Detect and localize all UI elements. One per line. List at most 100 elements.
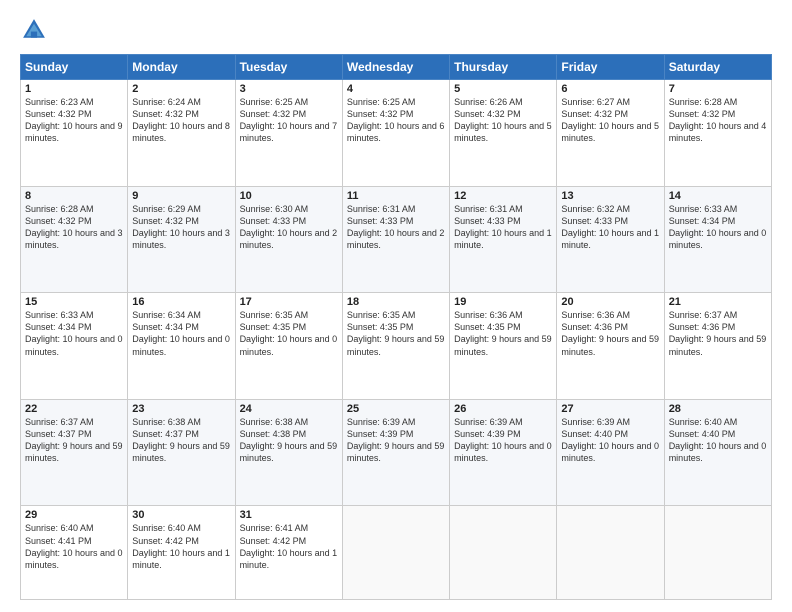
cell-details: Sunrise: 6:39 AM Sunset: 4:40 PM Dayligh… [561,416,659,465]
calendar-cell: 30Sunrise: 6:40 AM Sunset: 4:42 PM Dayli… [128,506,235,600]
cell-details: Sunrise: 6:31 AM Sunset: 4:33 PM Dayligh… [347,203,445,252]
calendar-week-row: 29Sunrise: 6:40 AM Sunset: 4:41 PM Dayli… [21,506,772,600]
cell-details: Sunrise: 6:37 AM Sunset: 4:36 PM Dayligh… [669,309,767,358]
calendar-cell [342,506,449,600]
day-of-week-header: Saturday [664,55,771,80]
cell-details: Sunrise: 6:41 AM Sunset: 4:42 PM Dayligh… [240,522,338,571]
calendar-cell: 13Sunrise: 6:32 AM Sunset: 4:33 PM Dayli… [557,186,664,293]
calendar-week-row: 1Sunrise: 6:23 AM Sunset: 4:32 PM Daylig… [21,80,772,187]
day-number: 16 [132,296,230,308]
calendar-cell: 8Sunrise: 6:28 AM Sunset: 4:32 PM Daylig… [21,186,128,293]
cell-details: Sunrise: 6:40 AM Sunset: 4:42 PM Dayligh… [132,522,230,571]
cell-details: Sunrise: 6:38 AM Sunset: 4:37 PM Dayligh… [132,416,230,465]
cell-details: Sunrise: 6:33 AM Sunset: 4:34 PM Dayligh… [669,203,767,252]
day-of-week-header: Thursday [450,55,557,80]
calendar-cell [450,506,557,600]
calendar-cell: 5Sunrise: 6:26 AM Sunset: 4:32 PM Daylig… [450,80,557,187]
day-number: 6 [561,83,659,95]
day-of-week-header: Tuesday [235,55,342,80]
calendar-cell: 3Sunrise: 6:25 AM Sunset: 4:32 PM Daylig… [235,80,342,187]
cell-details: Sunrise: 6:25 AM Sunset: 4:32 PM Dayligh… [347,96,445,145]
day-of-week-header: Wednesday [342,55,449,80]
calendar-cell: 9Sunrise: 6:29 AM Sunset: 4:32 PM Daylig… [128,186,235,293]
cell-details: Sunrise: 6:37 AM Sunset: 4:37 PM Dayligh… [25,416,123,465]
logo-icon [20,16,48,44]
cell-details: Sunrise: 6:39 AM Sunset: 4:39 PM Dayligh… [347,416,445,465]
cell-details: Sunrise: 6:25 AM Sunset: 4:32 PM Dayligh… [240,96,338,145]
calendar-cell: 6Sunrise: 6:27 AM Sunset: 4:32 PM Daylig… [557,80,664,187]
day-number: 29 [25,509,123,521]
day-number: 4 [347,83,445,95]
cell-details: Sunrise: 6:36 AM Sunset: 4:35 PM Dayligh… [454,309,552,358]
day-number: 22 [25,403,123,415]
cell-details: Sunrise: 6:40 AM Sunset: 4:40 PM Dayligh… [669,416,767,465]
calendar-cell: 17Sunrise: 6:35 AM Sunset: 4:35 PM Dayli… [235,293,342,400]
day-of-week-header: Monday [128,55,235,80]
calendar-cell: 21Sunrise: 6:37 AM Sunset: 4:36 PM Dayli… [664,293,771,400]
calendar-cell [664,506,771,600]
day-number: 7 [669,83,767,95]
calendar-week-row: 8Sunrise: 6:28 AM Sunset: 4:32 PM Daylig… [21,186,772,293]
calendar-cell: 18Sunrise: 6:35 AM Sunset: 4:35 PM Dayli… [342,293,449,400]
calendar-cell: 11Sunrise: 6:31 AM Sunset: 4:33 PM Dayli… [342,186,449,293]
cell-details: Sunrise: 6:26 AM Sunset: 4:32 PM Dayligh… [454,96,552,145]
cell-details: Sunrise: 6:28 AM Sunset: 4:32 PM Dayligh… [669,96,767,145]
cell-details: Sunrise: 6:36 AM Sunset: 4:36 PM Dayligh… [561,309,659,358]
calendar-cell: 12Sunrise: 6:31 AM Sunset: 4:33 PM Dayli… [450,186,557,293]
calendar-cell: 19Sunrise: 6:36 AM Sunset: 4:35 PM Dayli… [450,293,557,400]
day-of-week-header: Sunday [21,55,128,80]
calendar-cell: 20Sunrise: 6:36 AM Sunset: 4:36 PM Dayli… [557,293,664,400]
day-number: 13 [561,190,659,202]
cell-details: Sunrise: 6:24 AM Sunset: 4:32 PM Dayligh… [132,96,230,145]
cell-details: Sunrise: 6:38 AM Sunset: 4:38 PM Dayligh… [240,416,338,465]
day-of-week-header: Friday [557,55,664,80]
day-number: 25 [347,403,445,415]
day-number: 3 [240,83,338,95]
cell-details: Sunrise: 6:34 AM Sunset: 4:34 PM Dayligh… [132,309,230,358]
header [20,16,772,44]
day-number: 30 [132,509,230,521]
day-number: 8 [25,190,123,202]
calendar-cell: 7Sunrise: 6:28 AM Sunset: 4:32 PM Daylig… [664,80,771,187]
calendar-week-row: 15Sunrise: 6:33 AM Sunset: 4:34 PM Dayli… [21,293,772,400]
cell-details: Sunrise: 6:33 AM Sunset: 4:34 PM Dayligh… [25,309,123,358]
calendar-cell: 22Sunrise: 6:37 AM Sunset: 4:37 PM Dayli… [21,399,128,506]
day-number: 14 [669,190,767,202]
logo [20,16,52,44]
calendar-cell: 1Sunrise: 6:23 AM Sunset: 4:32 PM Daylig… [21,80,128,187]
day-number: 18 [347,296,445,308]
day-number: 27 [561,403,659,415]
day-number: 9 [132,190,230,202]
cell-details: Sunrise: 6:39 AM Sunset: 4:39 PM Dayligh… [454,416,552,465]
calendar-cell: 10Sunrise: 6:30 AM Sunset: 4:33 PM Dayli… [235,186,342,293]
calendar-cell: 26Sunrise: 6:39 AM Sunset: 4:39 PM Dayli… [450,399,557,506]
cell-details: Sunrise: 6:27 AM Sunset: 4:32 PM Dayligh… [561,96,659,145]
cell-details: Sunrise: 6:28 AM Sunset: 4:32 PM Dayligh… [25,203,123,252]
day-number: 17 [240,296,338,308]
calendar-header-row: SundayMondayTuesdayWednesdayThursdayFrid… [21,55,772,80]
calendar-cell: 14Sunrise: 6:33 AM Sunset: 4:34 PM Dayli… [664,186,771,293]
calendar-cell [557,506,664,600]
day-number: 20 [561,296,659,308]
calendar-cell: 4Sunrise: 6:25 AM Sunset: 4:32 PM Daylig… [342,80,449,187]
day-number: 23 [132,403,230,415]
day-number: 26 [454,403,552,415]
calendar-cell: 28Sunrise: 6:40 AM Sunset: 4:40 PM Dayli… [664,399,771,506]
cell-details: Sunrise: 6:30 AM Sunset: 4:33 PM Dayligh… [240,203,338,252]
calendar-cell: 16Sunrise: 6:34 AM Sunset: 4:34 PM Dayli… [128,293,235,400]
day-number: 10 [240,190,338,202]
day-number: 24 [240,403,338,415]
day-number: 28 [669,403,767,415]
day-number: 12 [454,190,552,202]
day-number: 11 [347,190,445,202]
day-number: 2 [132,83,230,95]
calendar-table: SundayMondayTuesdayWednesdayThursdayFrid… [20,54,772,600]
day-number: 19 [454,296,552,308]
calendar-cell: 15Sunrise: 6:33 AM Sunset: 4:34 PM Dayli… [21,293,128,400]
day-number: 21 [669,296,767,308]
day-number: 1 [25,83,123,95]
cell-details: Sunrise: 6:31 AM Sunset: 4:33 PM Dayligh… [454,203,552,252]
cell-details: Sunrise: 6:35 AM Sunset: 4:35 PM Dayligh… [240,309,338,358]
cell-details: Sunrise: 6:40 AM Sunset: 4:41 PM Dayligh… [25,522,123,571]
cell-details: Sunrise: 6:29 AM Sunset: 4:32 PM Dayligh… [132,203,230,252]
